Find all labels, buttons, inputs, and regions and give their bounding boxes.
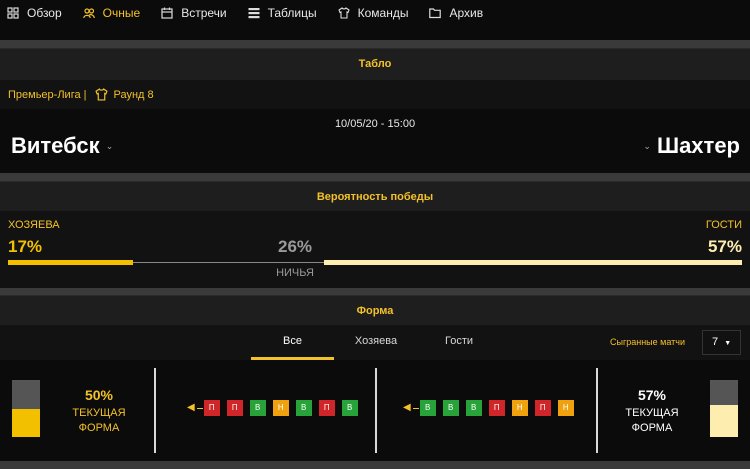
divider xyxy=(0,288,750,295)
top-nav: Обзор Очные Встречи Таблицы Команды Архи… xyxy=(0,0,750,40)
probability-title: Вероятность победы xyxy=(0,181,750,211)
league-row: Премьер-Лига | Раунд 8 xyxy=(0,80,750,109)
divider xyxy=(154,368,156,453)
arrow-left-icon: ◀ xyxy=(403,402,411,413)
nav-tables[interactable]: Таблицы xyxy=(248,0,317,26)
away-form-percent: 57% xyxy=(637,387,667,403)
draw-probability: 26% xyxy=(277,237,313,256)
form-result-badge[interactable]: В xyxy=(419,400,436,416)
played-matches-value: 7 xyxy=(712,336,719,348)
form-result-badge[interactable]: В xyxy=(249,400,266,416)
nav-label: Обзор xyxy=(27,6,62,20)
arrow-stem xyxy=(196,407,203,409)
nav-label: Команды xyxy=(357,6,409,20)
away-team-name: Шахтер xyxy=(656,133,740,158)
away-probability: 57% xyxy=(707,237,742,256)
arrow-left-icon: ◀ xyxy=(187,402,195,413)
divider xyxy=(0,461,750,469)
form-result-badge[interactable]: В xyxy=(442,400,459,416)
league-name[interactable]: Премьер-Лига | xyxy=(8,89,87,101)
home-form-caption: ТЕКУЩАЯ ФОРМА xyxy=(72,407,126,434)
form-result-badge[interactable]: Н xyxy=(272,400,289,416)
nav-head-to-head[interactable]: Очные xyxy=(82,0,141,26)
form-result-badge[interactable]: Н xyxy=(557,400,574,416)
folder-icon xyxy=(429,7,442,19)
chevron-down-icon: ⌄ xyxy=(643,140,651,151)
form-panel: 50% ТЕКУЩАЯ ФОРМА ◀ П П В Н В П В ◀ В В В П Н П Н 57% … xyxy=(0,360,750,461)
form-result-badge[interactable]: П xyxy=(488,400,505,416)
home-form-bar xyxy=(12,380,40,437)
nav-overview[interactable]: Обзор xyxy=(7,0,62,26)
away-form-sequence: ◀ В В В П Н П Н xyxy=(403,400,581,416)
round-label: Раунд 8 xyxy=(113,88,154,101)
nav-label: Очные xyxy=(102,6,141,20)
form-result-badge[interactable]: П xyxy=(534,400,551,416)
form-result-badge[interactable]: П xyxy=(318,400,335,416)
divider xyxy=(375,368,377,453)
home-label: ХОЗЯЕВА xyxy=(8,219,60,231)
draw-probability-line xyxy=(133,262,324,263)
tab-all[interactable]: Все xyxy=(251,325,334,360)
chevron-down-icon: ⌄ xyxy=(105,140,114,151)
caret-down-icon: ▼ xyxy=(724,340,732,347)
home-form-sequence: ◀ П П В Н В П В xyxy=(187,400,365,416)
shirt-icon xyxy=(337,7,350,19)
home-probability-bar xyxy=(8,260,133,265)
form-result-badge[interactable]: П xyxy=(203,400,220,416)
head-to-head-icon xyxy=(82,7,95,19)
match-datetime: 10/05/20 - 15:00 xyxy=(334,118,416,130)
probability-panel: ХОЗЯЕВА 17% 26% НИЧЬЯ ГОСТИ 57% xyxy=(0,211,750,288)
form-title: Форма xyxy=(0,295,750,325)
nav-archive[interactable]: Архив xyxy=(429,0,483,26)
shirt-icon xyxy=(94,88,108,101)
home-form-fill xyxy=(12,408,40,437)
nav-label: Архив xyxy=(449,6,484,20)
home-team[interactable]: Витебск ⌄ xyxy=(11,133,119,159)
divider xyxy=(0,40,750,48)
form-result-badge[interactable]: В xyxy=(341,400,358,416)
nav-matches[interactable]: Встречи xyxy=(161,0,227,26)
arrow-stem xyxy=(412,407,419,409)
nav-label: Таблицы xyxy=(267,6,317,20)
form-result-badge[interactable]: П xyxy=(226,400,243,416)
calendar-icon xyxy=(161,7,173,19)
draw-label: НИЧЬЯ xyxy=(276,267,314,279)
form-result-badge[interactable]: В xyxy=(465,400,482,416)
match-row: 10/05/20 - 15:00 Витебск ⌄ ⌄ Шахтер xyxy=(0,109,750,173)
played-matches-label: Сыгранные матчи xyxy=(609,337,685,347)
divider xyxy=(596,368,598,453)
nav-teams[interactable]: Команды xyxy=(337,0,409,26)
away-form-bar xyxy=(710,380,738,437)
form-result-badge[interactable]: В xyxy=(295,400,312,416)
away-form-caption: ТЕКУЩАЯ ФОРМА xyxy=(625,407,679,434)
home-form-percent: 50% xyxy=(84,387,114,403)
away-label: ГОСТИ xyxy=(705,219,742,231)
form-tabs: Все Хозяева Гости Сыгранные матчи 7 ▼ xyxy=(0,325,750,360)
away-team[interactable]: ⌄ Шахтер xyxy=(637,133,740,159)
nav-label: Встречи xyxy=(181,6,227,20)
away-probability-bar xyxy=(324,260,742,265)
overview-icon xyxy=(7,7,19,19)
table-icon xyxy=(248,7,260,19)
divider xyxy=(0,173,750,181)
form-result-badge[interactable]: Н xyxy=(511,400,528,416)
tab-away[interactable]: Гости xyxy=(425,325,493,360)
away-form-fill xyxy=(710,404,738,437)
home-team-name: Витебск xyxy=(11,133,100,158)
played-matches-select[interactable]: 7 ▼ xyxy=(702,330,741,355)
tab-home[interactable]: Хозяева xyxy=(341,325,411,360)
tablo-title: Табло xyxy=(0,48,750,80)
